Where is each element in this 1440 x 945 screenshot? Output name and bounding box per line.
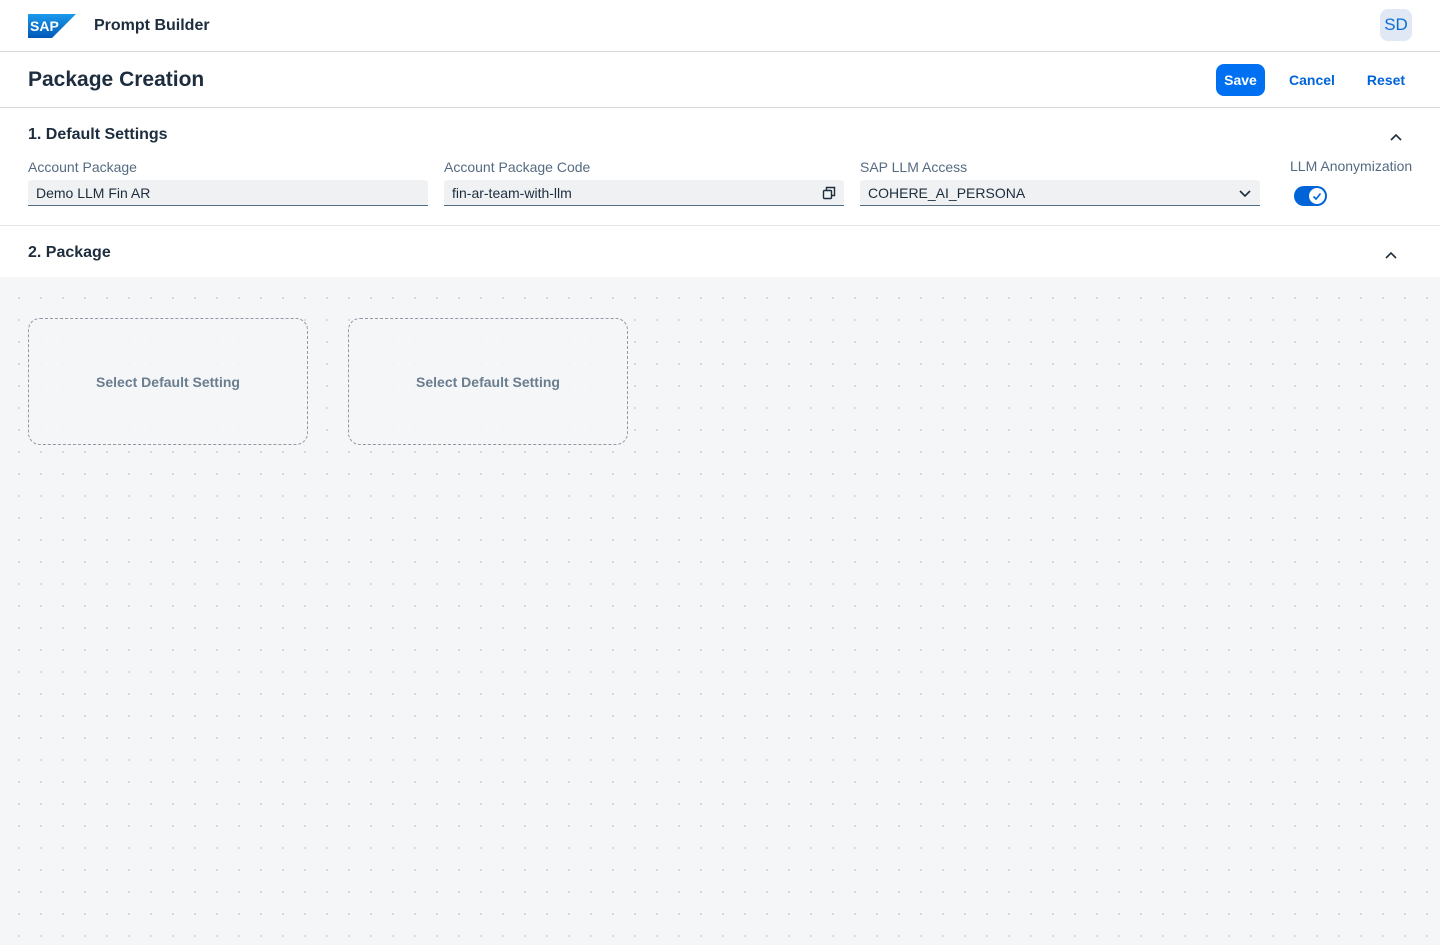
select-default-setting-card[interactable]: Select Default Setting — [348, 318, 628, 445]
sap-llm-access-select[interactable]: COHERE_AI_PERSONA — [860, 180, 1260, 206]
package-section-header: 2. Package — [0, 226, 1440, 277]
shell-bar: SAP Prompt Builder SD — [0, 0, 1440, 52]
page-header: Package Creation Save Cancel Reset — [0, 52, 1440, 108]
package-canvas: Select Default Setting Select Default Se… — [0, 277, 1440, 945]
chevron-down-icon[interactable] — [1238, 186, 1252, 200]
user-avatar[interactable]: SD — [1380, 9, 1412, 41]
default-settings-section: 1. Default Settings Account Package Demo… — [0, 108, 1440, 226]
switch-knob — [1309, 188, 1325, 204]
app-title: Prompt Builder — [94, 17, 210, 34]
llm-anonymization-switch[interactable] — [1294, 186, 1327, 206]
llm-anonymization-label: LLM Anonymization — [1290, 158, 1413, 174]
select-default-setting-card[interactable]: Select Default Setting — [28, 318, 308, 445]
account-package-label: Account Package — [28, 159, 137, 175]
svg-text:SAP: SAP — [30, 18, 59, 34]
section-title-package: 2. Package — [28, 244, 111, 261]
reset-button[interactable]: Reset — [1360, 64, 1412, 96]
chevron-up-icon[interactable] — [1384, 250, 1398, 260]
account-package-code-value: fin-ar-team-with-llm — [452, 185, 572, 201]
cancel-button[interactable]: Cancel — [1282, 64, 1342, 96]
save-button[interactable]: Save — [1216, 64, 1265, 96]
section-title-default-settings: 1. Default Settings — [28, 126, 168, 143]
page-title: Package Creation — [28, 68, 205, 91]
account-package-code-input[interactable]: fin-ar-team-with-llm — [444, 180, 844, 206]
sap-llm-access-value: COHERE_AI_PERSONA — [868, 185, 1026, 201]
sap-logo[interactable]: SAP — [28, 14, 76, 38]
checkmark-icon — [1312, 192, 1322, 201]
chevron-up-icon[interactable] — [1389, 132, 1403, 142]
card-label: Select Default Setting — [96, 373, 240, 390]
account-package-input[interactable]: Demo LLM Fin AR — [28, 180, 428, 206]
account-package-code-label: Account Package Code — [444, 159, 591, 175]
copy-icon[interactable] — [822, 186, 836, 200]
card-label: Select Default Setting — [416, 373, 560, 390]
sap-llm-access-label: SAP LLM Access — [860, 159, 968, 175]
account-package-value: Demo LLM Fin AR — [36, 185, 151, 201]
